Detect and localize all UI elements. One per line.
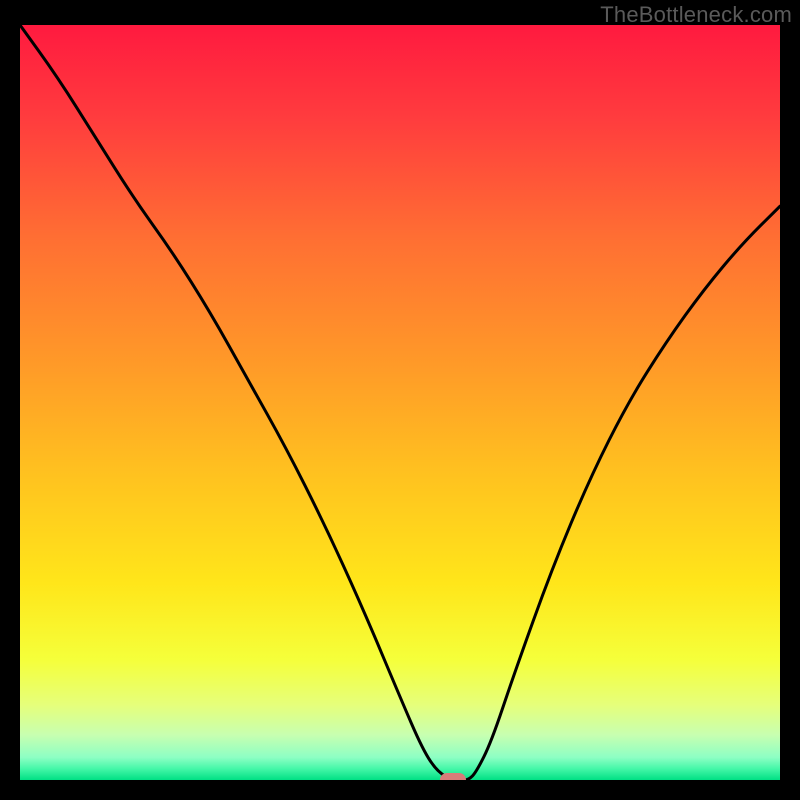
optimal-point-marker (440, 773, 466, 780)
plot-area (20, 25, 780, 780)
chart-frame: TheBottleneck.com (0, 0, 800, 800)
watermark-text: TheBottleneck.com (600, 2, 792, 28)
bottleneck-curve (20, 25, 780, 780)
